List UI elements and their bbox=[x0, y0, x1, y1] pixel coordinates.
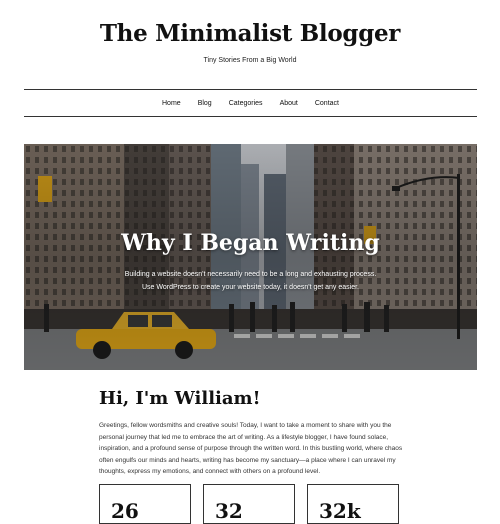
site-title[interactable]: The Minimalist Blogger bbox=[0, 20, 500, 47]
hero-city-street-image bbox=[24, 144, 477, 370]
stat-value: 26 bbox=[111, 499, 139, 523]
stat-value: 32 bbox=[215, 499, 243, 523]
about-heading: Hi, I'm William! bbox=[99, 388, 261, 409]
hero-description: Building a website doesn't necessarily n… bbox=[124, 271, 377, 291]
hero-title: Why I Began Writing bbox=[121, 230, 380, 256]
main-nav: Home Blog Categories About Contact bbox=[24, 89, 477, 117]
stat-value: 32k bbox=[319, 499, 361, 523]
stat-card: 32 bbox=[203, 484, 295, 524]
nav-item-about[interactable]: About bbox=[280, 100, 298, 107]
hero-banner: Why I Began Writing Building a website d… bbox=[24, 144, 477, 370]
nav-item-categories[interactable]: Categories bbox=[229, 100, 263, 107]
about-body: Greetings, fellow wordsmiths and creativ… bbox=[99, 422, 403, 475]
page: The Minimalist Blogger Tiny Stories From… bbox=[0, 0, 500, 524]
stat-card: 32k bbox=[307, 484, 399, 524]
nav-item-contact[interactable]: Contact bbox=[315, 100, 339, 107]
nav-item-blog[interactable]: Blog bbox=[198, 100, 212, 107]
nav-item-home[interactable]: Home bbox=[162, 100, 181, 107]
stats-row: 26 32 32k bbox=[99, 484, 403, 524]
site-tagline: Tiny Stories From a Big World bbox=[203, 57, 297, 64]
stat-card: 26 bbox=[99, 484, 191, 524]
